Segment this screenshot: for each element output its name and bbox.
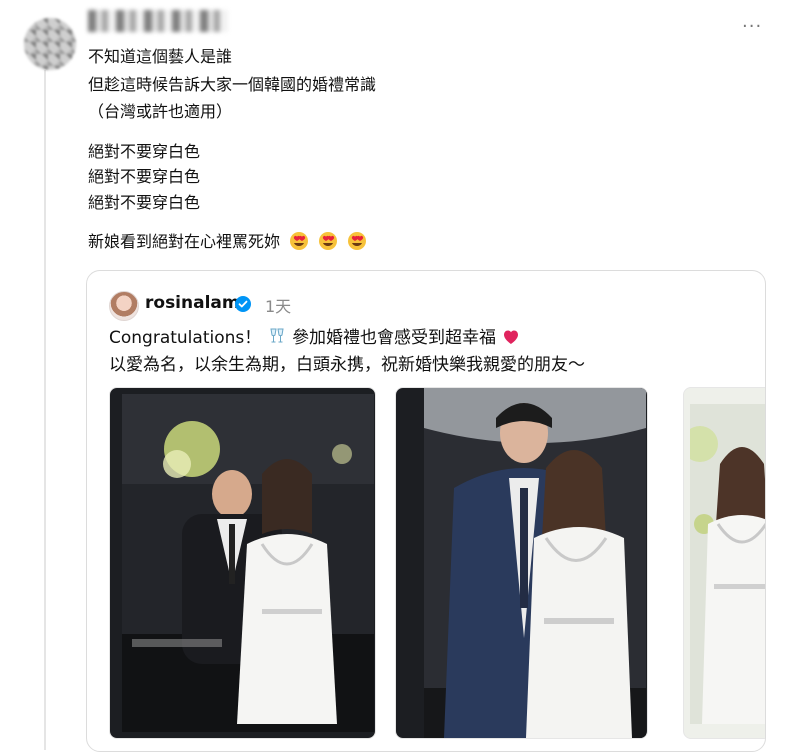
quoted-username[interactable]: rosinalam	[145, 293, 240, 313]
quoted-text-line: 以愛為名，以余生為期，白頭永携，祝新婚快樂我親愛的朋友～	[109, 355, 585, 375]
post-text-line-emoji: 新娘看到絕對在心裡罵死妳	[88, 231, 367, 253]
quoted-text: 參加婚禮也會感受到超幸福	[292, 328, 497, 348]
photo-1-image	[122, 394, 374, 732]
photo-2-image	[424, 388, 646, 738]
heart-eyes-emoji-icon	[319, 232, 338, 250]
quoted-avatar[interactable]	[109, 291, 139, 321]
photo-3-image	[690, 404, 765, 724]
post-text-line: 絕對不要穿白色	[88, 142, 201, 161]
username-redacted	[88, 10, 228, 32]
carousel-photo-2[interactable]	[395, 387, 648, 739]
clinking-glasses-icon	[270, 328, 284, 343]
post-text-line: 絕對不要穿白色	[88, 167, 201, 186]
heart-eyes-emoji-icon	[348, 232, 367, 250]
thread-line	[44, 70, 46, 750]
quoted-post-card[interactable]: rosinalam 1天 Congratulations！ 參加婚禮也會感受到超…	[86, 270, 766, 752]
heart-eyes-emoji-icon	[290, 232, 309, 250]
avatar[interactable]	[24, 18, 76, 70]
quoted-text-line: Congratulations！ 參加婚禮也會感受到超幸福	[109, 326, 521, 350]
verified-badge-icon	[235, 296, 251, 312]
post-text: 新娘看到絕對在心裡罵死妳	[88, 232, 281, 251]
red-heart-icon	[504, 330, 519, 344]
post-text-line: 不知道這個藝人是誰	[88, 47, 233, 66]
carousel-photo-1[interactable]	[109, 387, 376, 739]
quoted-text: Congratulations！	[109, 328, 262, 348]
post-text-line: 絕對不要穿白色	[88, 193, 201, 212]
post-timestamp: 1天	[265, 297, 292, 316]
more-options-icon[interactable]: ···	[742, 16, 762, 37]
post-text-line: 但趁這時候告訴大家一個韓國的婚禮常識	[88, 75, 377, 94]
carousel-photo-3[interactable]	[683, 387, 765, 739]
post-text-line: （台灣或許也適用）	[88, 102, 233, 121]
